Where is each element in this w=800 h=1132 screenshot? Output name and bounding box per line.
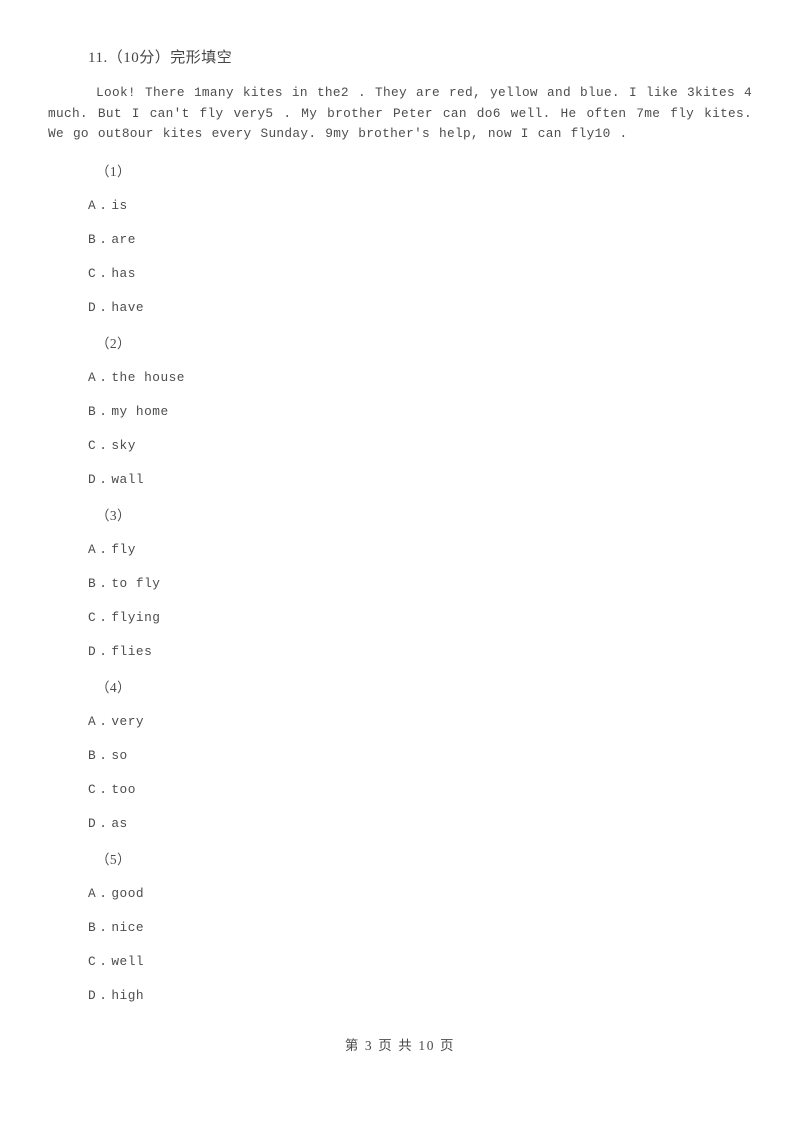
option-letter: A bbox=[88, 886, 97, 901]
option-text: so bbox=[111, 748, 128, 763]
option-separator: . bbox=[99, 954, 108, 969]
question-label-2: （2） bbox=[96, 336, 131, 351]
page-number-footer: 第 3 页 共 10 页 bbox=[344, 1038, 456, 1053]
option-2-B[interactable]: B. my home bbox=[88, 404, 169, 419]
option-separator: . bbox=[99, 370, 108, 385]
option-text: well bbox=[111, 954, 145, 969]
option-1-A[interactable]: A. is bbox=[88, 198, 128, 213]
option-letter: A bbox=[88, 714, 97, 729]
option-letter: A bbox=[88, 198, 97, 213]
option-separator: . bbox=[99, 542, 108, 557]
option-separator: . bbox=[99, 886, 108, 901]
option-letter: B bbox=[88, 404, 97, 419]
option-separator: . bbox=[99, 610, 108, 625]
option-text: the house bbox=[111, 370, 185, 385]
option-separator: . bbox=[99, 920, 108, 935]
option-separator: . bbox=[99, 748, 108, 763]
option-text: flying bbox=[111, 610, 161, 625]
option-separator: . bbox=[99, 266, 108, 281]
option-letter: D bbox=[88, 816, 97, 831]
option-4-D[interactable]: D. as bbox=[88, 816, 128, 831]
option-1-C[interactable]: C. has bbox=[88, 266, 136, 281]
option-5-A[interactable]: A. good bbox=[88, 886, 144, 901]
option-text: sky bbox=[111, 438, 136, 453]
question-label-1: （1） bbox=[96, 164, 131, 179]
question-label-4: （4） bbox=[96, 680, 131, 695]
option-text: as bbox=[111, 816, 128, 831]
option-2-D[interactable]: D. wall bbox=[88, 472, 144, 487]
option-letter: D bbox=[88, 644, 97, 659]
option-1-D[interactable]: D. have bbox=[88, 300, 144, 315]
option-4-C[interactable]: C. too bbox=[88, 782, 136, 797]
option-letter: B bbox=[88, 748, 97, 763]
option-letter: B bbox=[88, 232, 97, 247]
option-2-C[interactable]: C. sky bbox=[88, 438, 136, 453]
option-separator: . bbox=[99, 438, 108, 453]
option-separator: . bbox=[99, 816, 108, 831]
option-text: very bbox=[111, 714, 145, 729]
option-separator: . bbox=[99, 232, 108, 247]
option-5-C[interactable]: C. well bbox=[88, 954, 144, 969]
option-letter: B bbox=[88, 576, 97, 591]
option-separator: . bbox=[99, 782, 108, 797]
option-text: good bbox=[111, 886, 145, 901]
option-text: flies bbox=[111, 644, 153, 659]
option-4-B[interactable]: B. so bbox=[88, 748, 128, 763]
option-text: wall bbox=[111, 472, 145, 487]
option-letter: D bbox=[88, 988, 97, 1003]
question-label-3: （3） bbox=[96, 508, 131, 523]
option-4-A[interactable]: A. very bbox=[88, 714, 144, 729]
option-letter: C bbox=[88, 438, 97, 453]
option-2-A[interactable]: A. the house bbox=[88, 370, 185, 385]
option-letter: C bbox=[88, 782, 97, 797]
option-3-C[interactable]: C. flying bbox=[88, 610, 160, 625]
question-label-5: （5） bbox=[96, 852, 131, 867]
option-text: nice bbox=[111, 920, 145, 935]
option-text: high bbox=[111, 988, 145, 1003]
option-letter: D bbox=[88, 300, 97, 315]
option-3-D[interactable]: D. flies bbox=[88, 644, 152, 659]
option-text: fly bbox=[111, 542, 136, 557]
option-letter: C bbox=[88, 610, 97, 625]
document-page: 11.（10分）完形填空 Look! There 1many kites in … bbox=[0, 0, 800, 1132]
option-letter: B bbox=[88, 920, 97, 935]
option-letter: A bbox=[88, 542, 97, 557]
option-text: to fly bbox=[111, 576, 161, 591]
option-separator: . bbox=[99, 988, 108, 1003]
option-1-B[interactable]: B. are bbox=[88, 232, 136, 247]
option-text: have bbox=[111, 300, 145, 315]
option-text: are bbox=[111, 232, 136, 247]
option-letter: C bbox=[88, 266, 97, 281]
option-text: my home bbox=[111, 404, 169, 419]
option-separator: . bbox=[99, 472, 108, 487]
option-5-B[interactable]: B. nice bbox=[88, 920, 144, 935]
option-text: is bbox=[111, 198, 128, 213]
option-letter: A bbox=[88, 370, 97, 385]
question-heading: 11.（10分）完形填空 bbox=[88, 50, 233, 66]
option-5-D[interactable]: D. high bbox=[88, 988, 144, 1003]
option-letter: C bbox=[88, 954, 97, 969]
cloze-passage-text: Look! There 1many kites in the2 . They a… bbox=[48, 85, 752, 142]
option-separator: . bbox=[99, 404, 108, 419]
option-separator: . bbox=[99, 644, 108, 659]
option-separator: . bbox=[99, 714, 108, 729]
option-separator: . bbox=[99, 576, 108, 591]
option-separator: . bbox=[99, 198, 108, 213]
option-text: has bbox=[111, 266, 136, 281]
option-text: too bbox=[111, 782, 136, 797]
option-3-B[interactable]: B. to fly bbox=[88, 576, 160, 591]
option-letter: D bbox=[88, 472, 97, 487]
option-3-A[interactable]: A. fly bbox=[88, 542, 136, 557]
option-separator: . bbox=[99, 300, 108, 315]
